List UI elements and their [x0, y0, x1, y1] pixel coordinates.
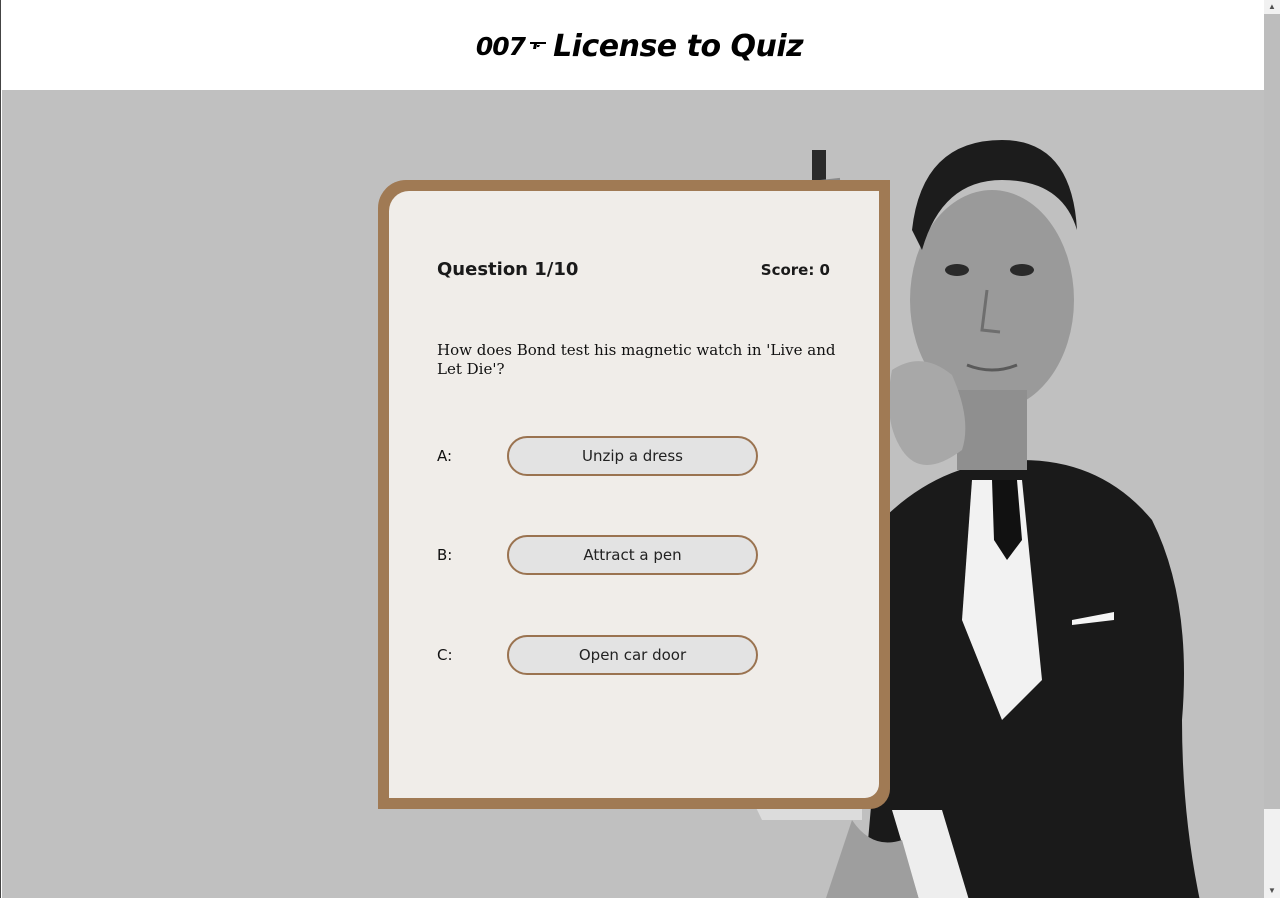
answer-letter-b: B:	[437, 546, 453, 564]
answer-button-c[interactable]: Open car door	[507, 635, 758, 675]
vertical-scrollbar[interactable]: ▲ ▼	[1264, 0, 1280, 898]
answer-row-a: A: Unzip a dress	[437, 435, 830, 477]
question-counter: Question 1/10	[437, 259, 579, 280]
answer-row-c: C: Open car door	[437, 634, 830, 676]
007-gun-logo-icon	[530, 42, 547, 49]
answer-button-a[interactable]: Unzip a dress	[507, 436, 758, 476]
answer-letter-c: C:	[437, 646, 453, 664]
scrollbar-track[interactable]	[1264, 14, 1280, 809]
scroll-down-arrow-icon[interactable]: ▼	[1264, 884, 1280, 898]
answer-row-b: B: Attract a pen	[437, 534, 830, 576]
question-text: How does Bond test his magnetic watch in…	[437, 341, 836, 378]
scroll-up-arrow-icon[interactable]: ▲	[1264, 0, 1280, 14]
page-title: License to Quiz	[553, 28, 804, 64]
quiz-card: Question 1/10 Score: 0 How does Bond tes…	[389, 191, 879, 798]
answer-letter-a: A:	[437, 447, 453, 465]
question-header: Question 1/10 Score: 0	[437, 259, 830, 280]
answer-button-b[interactable]: Attract a pen	[507, 535, 758, 575]
logo-007: 007	[475, 31, 526, 61]
site-logo[interactable]: 007 License to Quiz	[475, 28, 804, 64]
site-header: 007 License to Quiz	[2, 0, 1265, 90]
score-display: Score: 0	[760, 260, 830, 279]
